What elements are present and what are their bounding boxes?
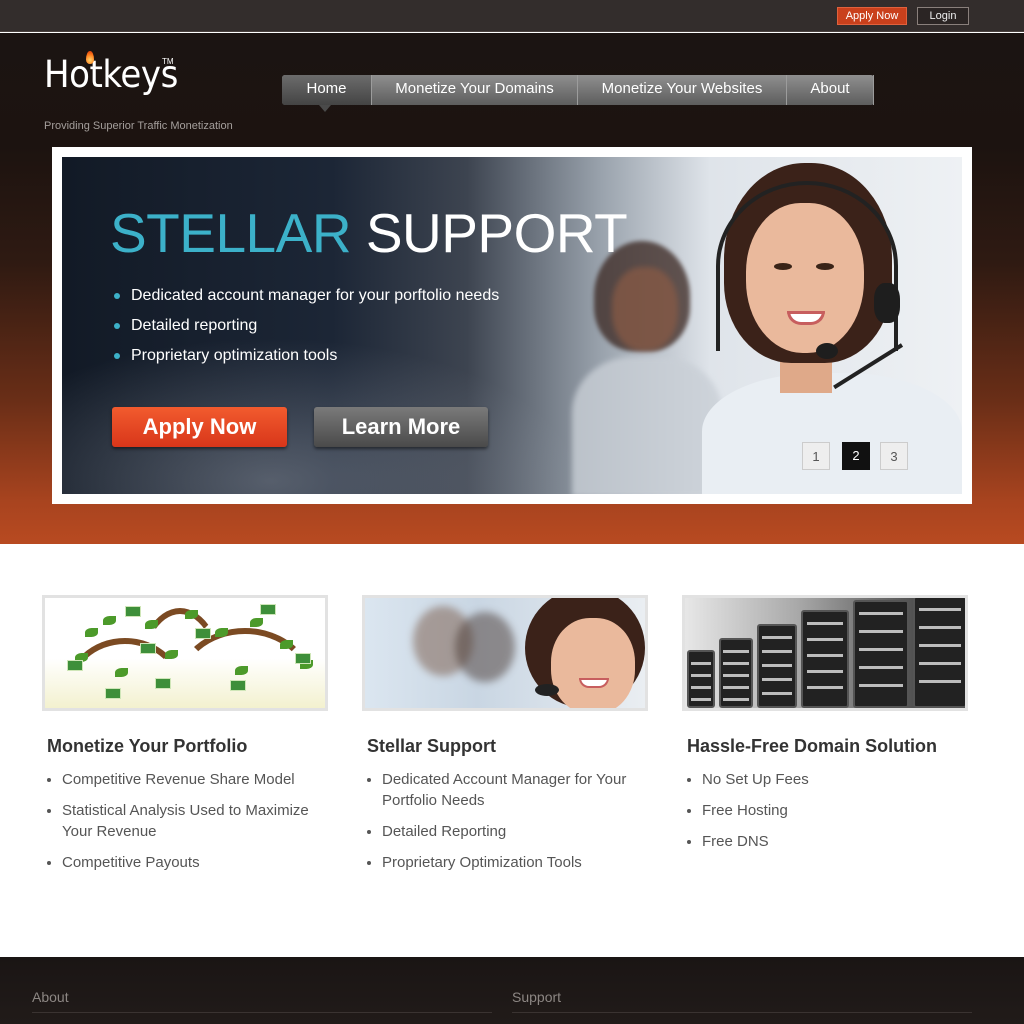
feature-list: Dedicated Account Manager for Your Portf…	[367, 769, 648, 873]
support-agent-illustration	[702, 163, 962, 494]
headset-icon	[535, 684, 559, 696]
hero-apply-now-button[interactable]: Apply Now	[112, 407, 287, 447]
list-item: Dedicated Account Manager for Your Portf…	[367, 769, 648, 811]
server-racks-image	[682, 595, 968, 711]
hero-slider: STELLAR SUPPORT Dedicated account manage…	[52, 147, 972, 504]
list-item: Competitive Revenue Share Model	[47, 769, 328, 790]
list-item: Free DNS	[687, 831, 968, 852]
nav-item-home[interactable]: Home	[282, 75, 372, 105]
feature-title: Stellar Support	[367, 736, 497, 756]
nav-item-about[interactable]: About	[787, 75, 874, 105]
nav-item-monetize-domains[interactable]: Monetize Your Domains	[372, 75, 578, 105]
feature-hassle-free-domain: Hassle-Free Domain Solution No Set Up Fe…	[682, 595, 968, 862]
top-utility-bar: Apply Now Login	[0, 0, 1024, 32]
list-item: Detailed Reporting	[367, 821, 648, 842]
logo-wordmark: Hotkeys	[44, 53, 178, 96]
slider-page-3[interactable]: 3	[880, 442, 908, 470]
footer-heading-support: Support	[512, 989, 972, 1013]
money-tree-image	[42, 595, 328, 711]
list-item: Proprietary Optimization Tools	[367, 852, 648, 873]
feature-list: Competitive Revenue Share Model Statisti…	[47, 769, 328, 873]
site-footer: About Support	[0, 957, 1024, 1024]
footer-heading-about: About	[32, 989, 492, 1013]
site-tagline: Providing Superior Traffic Monetization	[44, 120, 233, 132]
list-item: Free Hosting	[687, 800, 968, 821]
main-nav: Home Monetize Your Domains Monetize Your…	[282, 75, 874, 112]
top-apply-now-button[interactable]: Apply Now	[837, 7, 907, 25]
feature-monetize-portfolio: Monetize Your Portfolio Competitive Reve…	[42, 595, 328, 883]
slide-bullet: Proprietary optimization tools	[114, 345, 499, 375]
slide-title: STELLAR SUPPORT	[110, 201, 628, 265]
slide-title-rest: SUPPORT	[365, 202, 628, 264]
active-nav-caret-icon	[319, 105, 331, 112]
slide-bullet: Dedicated account manager for your porft…	[114, 285, 499, 315]
flame-icon	[86, 51, 94, 64]
hero-section: Hotkeys TM Providing Superior Traffic Mo…	[0, 33, 1024, 544]
slide-title-accent: STELLAR	[110, 202, 352, 264]
slider-page-2[interactable]: 2	[842, 442, 870, 470]
hero-learn-more-button[interactable]: Learn More	[314, 407, 488, 447]
top-login-button[interactable]: Login	[917, 7, 969, 25]
trademark-mark: TM	[162, 57, 174, 66]
nav-item-monetize-websites[interactable]: Monetize Your Websites	[578, 75, 787, 105]
feature-list: No Set Up Fees Free Hosting Free DNS	[687, 769, 968, 852]
slider-page-1[interactable]: 1	[802, 442, 830, 470]
slide-stellar-support: STELLAR SUPPORT Dedicated account manage…	[62, 157, 962, 494]
slide-bullet: Detailed reporting	[114, 315, 499, 345]
slide-bullet-list: Dedicated account manager for your porft…	[114, 285, 499, 375]
list-item: Statistical Analysis Used to Maximize Yo…	[47, 800, 328, 842]
feature-stellar-support: Stellar Support Dedicated Account Manage…	[362, 595, 648, 883]
feature-title: Monetize Your Portfolio	[47, 736, 248, 756]
list-item: Competitive Payouts	[47, 852, 328, 873]
headset-icon	[716, 181, 898, 351]
hotkeys-logo[interactable]: Hotkeys TM Providing Superior Traffic Mo…	[44, 51, 244, 133]
feature-title: Hassle-Free Domain Solution	[687, 736, 938, 756]
background-agent-illustration	[572, 237, 722, 494]
list-item: No Set Up Fees	[687, 769, 968, 790]
support-agent-image	[362, 595, 648, 711]
